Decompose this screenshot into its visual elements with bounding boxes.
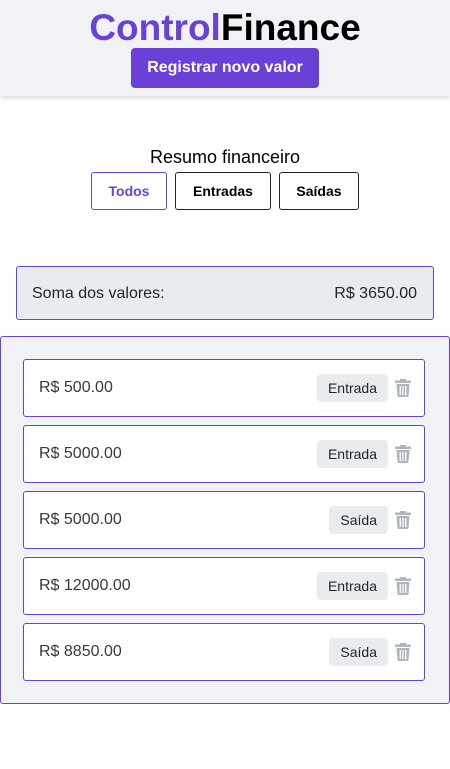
entry-value: R$ 5000.00 — [39, 511, 122, 528]
trash-icon[interactable] — [395, 379, 411, 397]
app-logo: ControlFinance — [0, 8, 450, 48]
logo-control: Control — [89, 7, 221, 48]
app-header: ControlFinance Registrar novo valor — [0, 0, 450, 96]
entry-type-badge: Entrada — [316, 440, 388, 468]
entry-item: R$ 12000.00 Entrada — [23, 557, 425, 615]
entry-item: R$ 5000.00 Saída — [23, 491, 425, 549]
entry-value: R$ 8850.00 — [39, 643, 122, 660]
entry-item: R$ 8850.00 Saída — [23, 623, 425, 681]
register-value-button[interactable]: Registrar novo valor — [131, 48, 319, 88]
entry-type-badge: Entrada — [316, 374, 388, 402]
filter-entradas-button[interactable]: Entradas — [175, 172, 271, 210]
entry-type-badge: Saída — [329, 638, 388, 666]
entry-item: R$ 500.00 Entrada — [23, 359, 425, 417]
sum-box: Soma dos valores: R$ 3650.00 — [16, 266, 434, 320]
trash-icon[interactable] — [395, 577, 411, 595]
trash-icon[interactable] — [395, 643, 411, 661]
entry-item: R$ 5000.00 Entrada — [23, 425, 425, 483]
entries-list: R$ 500.00 Entrada R$ 5000.00 Entrada R$ … — [0, 336, 450, 704]
logo-finance: Finance — [220, 7, 361, 48]
filter-saidas-button[interactable]: Saídas — [279, 172, 359, 210]
entry-value: R$ 12000.00 — [39, 577, 131, 594]
sum-label: Soma dos valores: — [32, 285, 165, 302]
trash-icon[interactable] — [395, 445, 411, 463]
sum-value: R$ 3650.00 — [334, 285, 417, 302]
entry-type-badge: Entrada — [316, 572, 388, 600]
filter-todos-button[interactable]: Todos — [91, 172, 167, 210]
entry-value: R$ 5000.00 — [39, 445, 122, 462]
trash-icon[interactable] — [395, 511, 411, 529]
entry-value: R$ 500.00 — [39, 379, 113, 396]
entry-type-badge: Saída — [329, 506, 388, 534]
summary-title: Resumo financeiro — [149, 147, 301, 167]
